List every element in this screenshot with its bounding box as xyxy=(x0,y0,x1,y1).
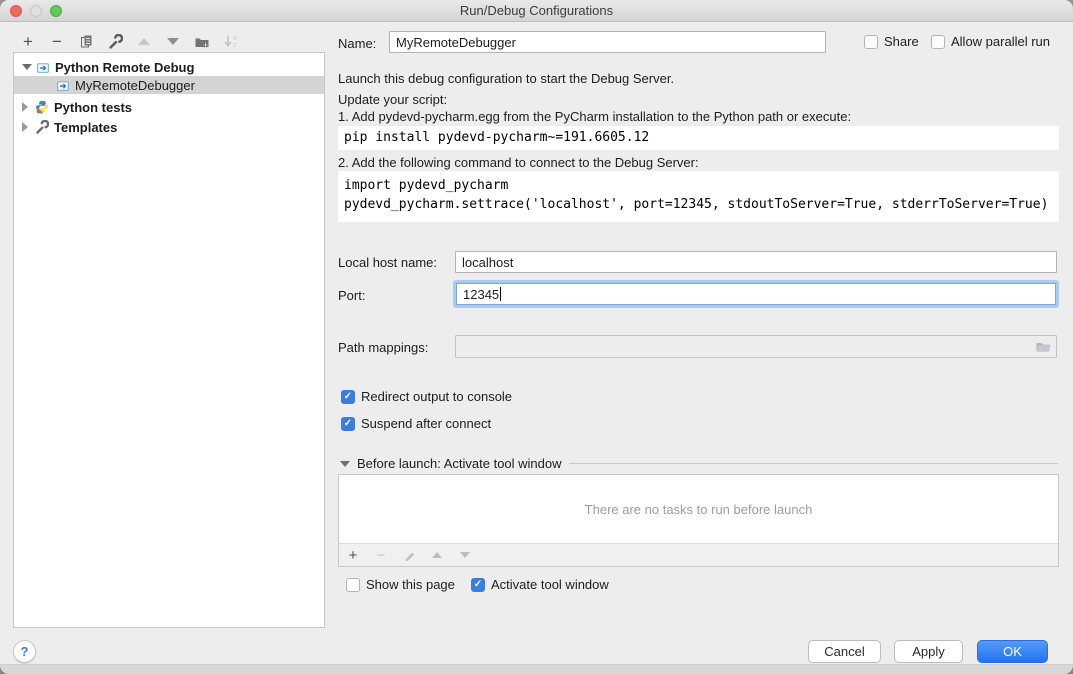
help-button[interactable]: ? xyxy=(13,640,36,663)
chevron-expanded-icon[interactable] xyxy=(340,461,350,467)
python-tests-icon xyxy=(35,100,49,114)
minimize-window-button xyxy=(30,5,42,17)
remote-debug-icon xyxy=(36,60,50,74)
window-title: Run/Debug Configurations xyxy=(0,0,1073,22)
tree-item-myremotedebugger[interactable]: MyRemoteDebugger xyxy=(14,76,324,94)
local-host-name-label: Local host name: xyxy=(338,255,437,270)
cancel-button[interactable]: Cancel xyxy=(808,640,881,663)
tasks-toolbar: + − xyxy=(339,543,1058,566)
activate-tool-window-label: Activate tool window xyxy=(491,577,609,592)
redirect-output-row[interactable]: Redirect output to console xyxy=(341,389,512,404)
svg-text:a: a xyxy=(233,35,237,42)
remove-configuration-icon[interactable]: − xyxy=(45,30,69,52)
new-folder-icon[interactable] xyxy=(190,30,214,52)
show-this-page-label: Show this page xyxy=(366,577,455,592)
show-this-page-row[interactable]: Show this page xyxy=(346,577,455,592)
tree-item-templates[interactable]: Templates xyxy=(14,118,324,136)
port-input[interactable]: 12345 xyxy=(456,283,1056,305)
edit-defaults-wrench-icon[interactable] xyxy=(103,30,127,52)
text-cursor xyxy=(500,287,501,301)
name-input[interactable] xyxy=(389,31,826,53)
activate-tool-window-checkbox[interactable] xyxy=(471,578,485,592)
before-launch-header[interactable]: Before launch: Activate tool window xyxy=(340,456,1058,471)
chevron-collapsed-icon[interactable] xyxy=(22,122,28,132)
instruction-line-2: Update your script: xyxy=(338,92,447,107)
add-configuration-icon[interactable]: + xyxy=(16,30,40,52)
tree-item-python-remote-debug[interactable]: Python Remote Debug xyxy=(14,58,324,76)
copy-configuration-icon[interactable] xyxy=(74,30,98,52)
tree-item-label: Templates xyxy=(54,120,117,135)
empty-tasks-message: There are no tasks to run before launch xyxy=(339,475,1058,543)
allow-parallel-run-checkbox-row[interactable]: Allow parallel run xyxy=(931,34,1050,49)
path-mappings-label: Path mappings: xyxy=(338,340,428,355)
instruction-step-1: 1. Add pydevd-pycharm.egg from the PyCha… xyxy=(338,109,851,124)
configurations-toolbar: + − xyxy=(16,30,243,52)
configurations-tree: Python Remote Debug MyRemoteDebugger xyxy=(13,52,325,628)
add-task-icon[interactable]: + xyxy=(345,547,361,563)
svg-text:z: z xyxy=(233,42,236,49)
close-window-button[interactable] xyxy=(10,5,22,17)
settrace-code-block: import pydevd_pycharm pydevd_pycharm.set… xyxy=(338,171,1059,222)
share-checkbox-row[interactable]: Share xyxy=(864,34,919,49)
chevron-expanded-icon[interactable] xyxy=(22,64,32,70)
suspend-after-connect-label: Suspend after connect xyxy=(361,416,491,431)
pip-install-code: pip install pydevd-pycharm~=191.6605.12 xyxy=(338,126,1059,150)
zoom-window-button[interactable] xyxy=(50,5,62,17)
edit-task-pencil-icon xyxy=(401,547,417,563)
instruction-step-2: 2. Add the following command to connect … xyxy=(338,155,699,170)
window-bottom-edge xyxy=(0,664,1073,674)
title-bar: Run/Debug Configurations xyxy=(0,0,1073,22)
before-launch-title: Before launch: Activate tool window xyxy=(357,456,562,471)
share-label: Share xyxy=(884,34,919,49)
section-divider xyxy=(569,463,1058,464)
wrench-icon xyxy=(35,120,49,134)
allow-parallel-run-checkbox[interactable] xyxy=(931,35,945,49)
show-this-page-checkbox[interactable] xyxy=(346,578,360,592)
tree-item-python-tests[interactable]: Python tests xyxy=(14,98,324,116)
suspend-after-connect-checkbox[interactable] xyxy=(341,417,355,431)
tree-item-label: Python tests xyxy=(54,100,132,115)
path-mappings-field[interactable] xyxy=(455,335,1057,358)
remote-debug-icon xyxy=(56,78,70,92)
run-debug-configurations-dialog: Run/Debug Configurations + − xyxy=(0,0,1073,674)
move-task-down-icon xyxy=(457,547,473,563)
tree-item-label: Python Remote Debug xyxy=(55,60,194,75)
local-host-name-input[interactable] xyxy=(455,251,1057,273)
move-up-icon xyxy=(132,30,156,52)
browse-folder-icon[interactable] xyxy=(1035,340,1052,354)
ok-button[interactable]: OK xyxy=(977,640,1048,663)
settrace-code-line-1: import pydevd_pycharm xyxy=(344,176,1053,195)
redirect-output-label: Redirect output to console xyxy=(361,389,512,404)
remove-task-icon: − xyxy=(373,547,389,563)
redirect-output-checkbox[interactable] xyxy=(341,390,355,404)
share-checkbox[interactable] xyxy=(864,35,878,49)
port-label: Port: xyxy=(338,288,365,303)
suspend-after-connect-row[interactable]: Suspend after connect xyxy=(341,416,491,431)
allow-parallel-run-label: Allow parallel run xyxy=(951,34,1050,49)
move-down-icon[interactable] xyxy=(161,30,185,52)
instruction-line-1: Launch this debug configuration to start… xyxy=(338,71,674,86)
settrace-code-line-2: pydevd_pycharm.settrace('localhost', por… xyxy=(344,195,1053,214)
sort-alphabetically-icon: a z xyxy=(219,30,243,52)
chevron-collapsed-icon[interactable] xyxy=(22,102,28,112)
before-launch-task-box: There are no tasks to run before launch … xyxy=(338,474,1059,567)
apply-button[interactable]: Apply xyxy=(894,640,963,663)
port-value: 12345 xyxy=(463,287,499,302)
move-task-up-icon xyxy=(429,547,445,563)
activate-tool-window-row[interactable]: Activate tool window xyxy=(471,577,609,592)
name-label: Name: xyxy=(338,36,376,51)
tree-item-label: MyRemoteDebugger xyxy=(75,78,195,93)
